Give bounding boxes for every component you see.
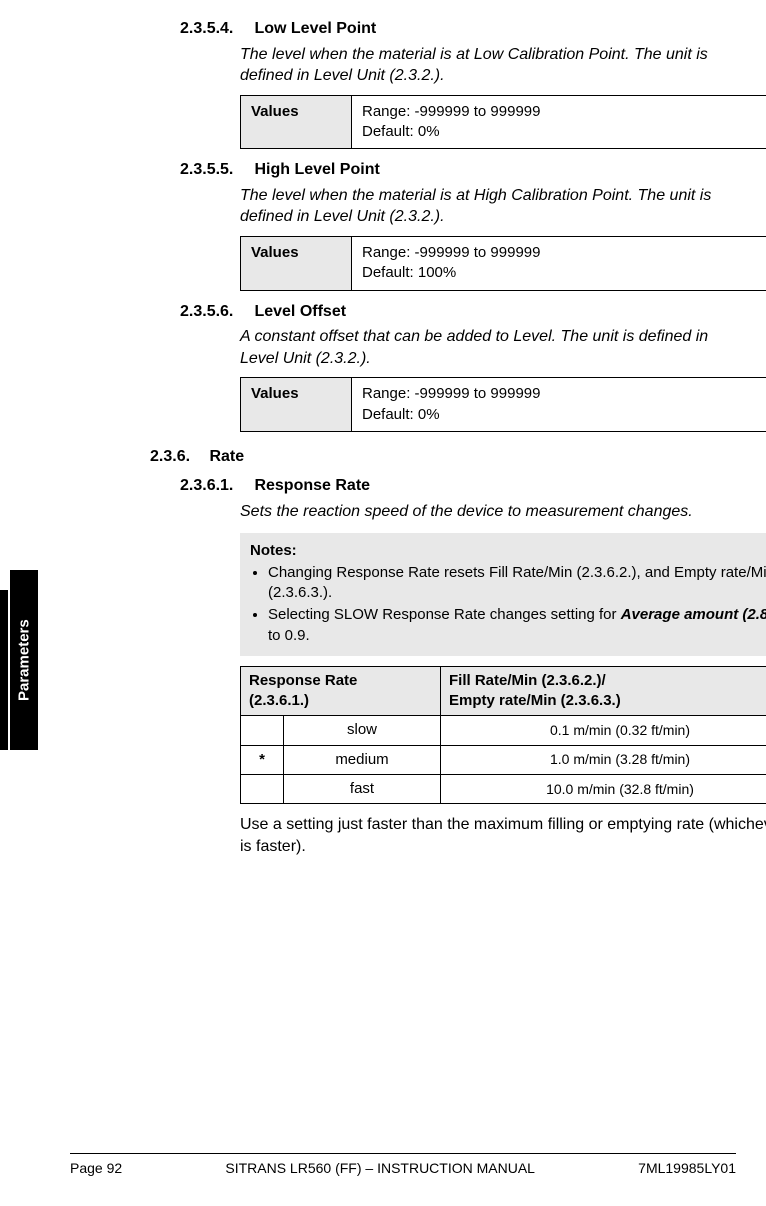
desc-2356: A constant offset that can be added to L… — [240, 326, 736, 369]
side-tab-parameters: Parameters — [10, 570, 38, 750]
notes-title: Notes: — [250, 541, 766, 561]
title: Level Offset — [254, 303, 346, 320]
cell-val: 10.0 m/min (32.8 ft/min) — [441, 774, 766, 803]
footer-title: SITRANS LR560 (FF) – INSTRUCTION MANUAL — [225, 1160, 535, 1176]
secnum: 2.3.6. — [150, 446, 205, 468]
secnum: 2.3.6.1. — [180, 475, 250, 497]
title: Rate — [209, 448, 244, 465]
desc-2354: The level when the material is at Low Ca… — [240, 44, 736, 87]
footer: Page 92 SITRANS LR560 (FF) – INSTRUCTION… — [70, 1153, 736, 1176]
page: Parameters 2.3.5.4. Low Level Point The … — [0, 0, 766, 1206]
cell-val: 1.0 m/min (3.28 ft/min) — [441, 745, 766, 774]
title: Low Level Point — [254, 20, 376, 37]
range: Range: -999999 to 999999 — [362, 102, 766, 122]
default: Default: 0% — [362, 122, 766, 142]
values-table-2354: Values Range: -999999 to 999999 Default:… — [240, 95, 766, 150]
footer-doc: 7ML19985LY01 — [638, 1160, 736, 1176]
table-row: fast 10.0 m/min (32.8 ft/min) — [241, 774, 766, 803]
note2c: to 0.9. — [268, 627, 310, 644]
title: Response Rate — [254, 477, 370, 494]
values-cell: Range: -999999 to 999999 Default: 100% — [352, 237, 766, 291]
values-table-2355: Values Range: -999999 to 999999 Default:… — [240, 236, 766, 291]
heading-2361: 2.3.6.1. Response Rate — [180, 475, 736, 497]
note2b: Average amount (2.8.3.) — [621, 606, 766, 623]
heading-236: 2.3.6. Rate — [150, 446, 736, 468]
post-text: Use a setting just faster than the maxim… — [240, 814, 766, 857]
default: Default: 0% — [362, 405, 766, 425]
cell-speed: slow — [284, 716, 441, 745]
values-label: Values — [241, 95, 352, 149]
th1a: Response Rate — [249, 671, 432, 691]
cell-speed: fast — [284, 774, 441, 803]
secnum: 2.3.5.5. — [180, 159, 250, 181]
notes-box: Notes: Changing Response Rate resets Fil… — [240, 533, 766, 656]
note2a: Selecting SLOW Response Rate changes set… — [268, 606, 621, 623]
cell-star — [241, 716, 284, 745]
heading-2355: 2.3.5.5. High Level Point — [180, 159, 736, 181]
footer-page: Page 92 — [70, 1160, 122, 1176]
th2b: Empty rate/Min (2.3.6.3.) — [449, 691, 766, 711]
rate-table: Response Rate (2.3.6.1.) Fill Rate/Min (… — [240, 666, 766, 804]
range: Range: -999999 to 999999 — [362, 384, 766, 404]
default: Default: 100% — [362, 263, 766, 283]
note-1: Changing Response Rate resets Fill Rate/… — [268, 563, 766, 604]
cell-val: 0.1 m/min (0.32 ft/min) — [441, 716, 766, 745]
cell-star: * — [241, 745, 284, 774]
values-cell: Range: -999999 to 999999 Default: 0% — [352, 378, 766, 432]
values-label: Values — [241, 378, 352, 432]
desc-2361: Sets the reaction speed of the device to… — [240, 501, 736, 523]
th-fill-empty: Fill Rate/Min (2.3.6.2.)/ Empty rate/Min… — [441, 666, 766, 716]
desc-2355: The level when the material is at High C… — [240, 185, 736, 228]
edge-strip — [0, 590, 8, 750]
values-table-2356: Values Range: -999999 to 999999 Default:… — [240, 377, 766, 432]
secnum: 2.3.5.4. — [180, 18, 250, 40]
cell-speed: medium — [284, 745, 441, 774]
heading-2354: 2.3.5.4. Low Level Point — [180, 18, 736, 40]
range: Range: -999999 to 999999 — [362, 243, 766, 263]
th2a: Fill Rate/Min (2.3.6.2.)/ — [449, 671, 766, 691]
heading-2356: 2.3.5.6. Level Offset — [180, 301, 736, 323]
secnum: 2.3.5.6. — [180, 301, 250, 323]
notes-list: Changing Response Rate resets Fill Rate/… — [250, 563, 766, 646]
th-response-rate: Response Rate (2.3.6.1.) — [241, 666, 441, 716]
note-2: Selecting SLOW Response Rate changes set… — [268, 605, 766, 646]
table-row: slow 0.1 m/min (0.32 ft/min) — [241, 716, 766, 745]
values-label: Values — [241, 237, 352, 291]
cell-star — [241, 774, 284, 803]
title: High Level Point — [254, 161, 379, 178]
th1b: (2.3.6.1.) — [249, 691, 432, 711]
content-area: 2.3.5.4. Low Level Point The level when … — [90, 10, 736, 857]
table-row: * medium 1.0 m/min (3.28 ft/min) — [241, 745, 766, 774]
values-cell: Range: -999999 to 999999 Default: 0% — [352, 95, 766, 149]
